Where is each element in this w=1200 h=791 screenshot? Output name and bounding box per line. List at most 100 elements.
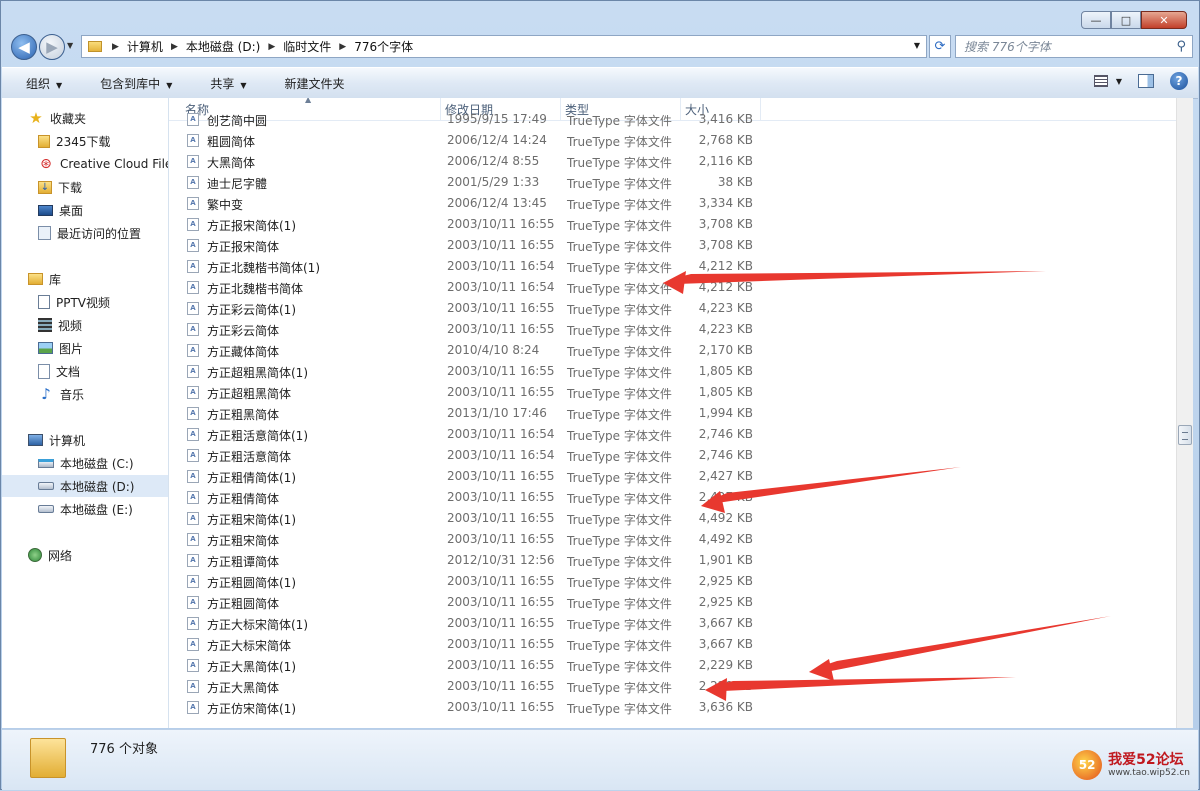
file-name: 迪士尼字體 bbox=[207, 177, 268, 191]
desktop-icon bbox=[38, 204, 53, 216]
font-file-icon: A bbox=[187, 344, 199, 357]
file-date: 2006/12/4 8:55 bbox=[447, 154, 540, 168]
sidebar-item-music[interactable]: ♪ 音乐 bbox=[2, 383, 168, 405]
change-view-button[interactable]: ▼ bbox=[1093, 75, 1122, 87]
sidebar-item-desktop[interactable]: 桌面 bbox=[2, 199, 168, 221]
file-row[interactable]: A 粗圆简体 2006/12/4 14:24 TrueType 字体文件 2,768 K… bbox=[169, 130, 769, 151]
file-name: 方正粗宋简体 bbox=[207, 534, 280, 548]
file-date: 2003/10/11 16:55 bbox=[447, 637, 555, 651]
file-row[interactable]: A 创艺简中圆 1995/9/15 17:49 TrueType 字体文件 3,416 … bbox=[169, 109, 769, 130]
file-row[interactable]: A 方正北魏楷书简体 2003/10/11 16:54 TrueType 字体文件 4,… bbox=[169, 277, 769, 298]
file-row[interactable]: A 方正超粗黑简体(1) 2003/10/11 16:55 TrueType 字体文件… bbox=[169, 361, 769, 382]
sidebar-favorites[interactable]: ★ 收藏夹 bbox=[2, 107, 168, 129]
file-date: 2003/10/11 16:55 bbox=[447, 574, 555, 588]
sidebar-section-label: 库 bbox=[49, 272, 62, 287]
sidebar-libraries[interactable]: 库 bbox=[2, 268, 168, 290]
sidebar-network[interactable]: 网络 bbox=[2, 544, 168, 566]
file-date: 2010/4/10 8:24 bbox=[447, 343, 540, 357]
sidebar-item-videos[interactable]: 视频 bbox=[2, 314, 168, 336]
new-folder-button[interactable]: 新建文件夹 bbox=[261, 75, 359, 92]
recent-pages-dropdown-icon[interactable]: ▼ bbox=[67, 41, 73, 50]
view-controls: ▼ ? bbox=[1093, 72, 1188, 90]
file-row[interactable]: A 方正北魏楷书简体(1) 2003/10/11 16:54 TrueType 字体文… bbox=[169, 256, 769, 277]
file-row[interactable]: A 方正粗谭简体 2012/10/31 12:56 TrueType 字体文件 1,90… bbox=[169, 550, 769, 571]
breadcrumb-item[interactable]: 本地磁盘 (D:) bbox=[186, 38, 260, 55]
sidebar-item-pptv-video[interactable]: PPTV视频 bbox=[2, 291, 168, 313]
file-row[interactable]: A 方正粗活意简体(1) 2003/10/11 16:54 TrueType 字体文件… bbox=[169, 424, 769, 445]
address-dropdown-icon[interactable]: ▼ bbox=[914, 41, 920, 50]
file-row[interactable]: A 方正彩云简体(1) 2003/10/11 16:55 TrueType 字体文件 4… bbox=[169, 298, 769, 319]
font-file-icon: A bbox=[187, 428, 199, 441]
details-view-icon bbox=[1093, 75, 1108, 87]
sidebar-item-recent-places[interactable]: 最近访问的位置 bbox=[2, 222, 168, 244]
font-file-icon: A bbox=[187, 386, 199, 399]
file-name: 方正粗倩简体 bbox=[207, 492, 280, 506]
file-row[interactable]: A 迪士尼字體 2001/5/29 1:33 TrueType 字体文件 38 KB bbox=[169, 172, 769, 193]
file-row[interactable]: A 方正大标宋简体 2003/10/11 16:55 TrueType 字体文件 3,6… bbox=[169, 634, 769, 655]
breadcrumb-separator-icon[interactable]: ▶ bbox=[112, 42, 119, 52]
breadcrumb-item[interactable]: 临时文件 bbox=[283, 38, 331, 55]
help-icon[interactable]: ? bbox=[1170, 72, 1188, 90]
vertical-scrollbar[interactable] bbox=[1176, 98, 1193, 728]
file-row[interactable]: A 方正大标宋简体(1) 2003/10/11 16:55 TrueType 字体文件… bbox=[169, 613, 769, 634]
file-row[interactable]: A 繁中变 2006/12/4 13:45 TrueType 字体文件 3,334 KB bbox=[169, 193, 769, 214]
organize-button[interactable]: 组织 ▼ bbox=[2, 75, 76, 92]
file-row[interactable]: A 方正报宋简体 2003/10/11 16:55 TrueType 字体文件 3,70… bbox=[169, 235, 769, 256]
scrollbar-thumb[interactable] bbox=[1178, 425, 1192, 445]
file-row[interactable]: A 方正粗宋简体(1) 2003/10/11 16:55 TrueType 字体文件 4… bbox=[169, 508, 769, 529]
sidebar-computer[interactable]: 计算机 bbox=[2, 429, 168, 451]
library-icon bbox=[28, 273, 43, 285]
refresh-icon[interactable]: ⟳ bbox=[929, 35, 951, 58]
font-file-icon: A bbox=[187, 512, 199, 525]
file-name: 方正粗黑简体 bbox=[207, 408, 280, 422]
minimize-button[interactable]: — bbox=[1081, 11, 1111, 29]
breadcrumb-separator-icon[interactable]: ▶ bbox=[268, 42, 275, 52]
sidebar-item-documents[interactable]: 文档 bbox=[2, 360, 168, 382]
sidebar-item-drive-c[interactable]: 本地磁盘 (C:) bbox=[2, 452, 168, 474]
file-row[interactable]: A 方正粗圆简体 2003/10/11 16:55 TrueType 字体文件 2,92… bbox=[169, 592, 769, 613]
sidebar-item-creative-cloud[interactable]: ⊛ Creative Cloud Files bbox=[2, 153, 168, 175]
share-button[interactable]: 共享 ▼ bbox=[186, 75, 260, 92]
file-name: 方正大标宋简体 bbox=[207, 639, 292, 653]
preview-pane-icon[interactable] bbox=[1138, 74, 1154, 88]
file-row[interactable]: A 方正大黑简体 2003/10/11 16:55 TrueType 字体文件 2,22… bbox=[169, 676, 769, 697]
organize-label: 组织 bbox=[26, 76, 51, 91]
file-row[interactable]: A 方正大黑简体(1) 2003/10/11 16:55 TrueType 字体文件 2… bbox=[169, 655, 769, 676]
sidebar-item-drive-e[interactable]: 本地磁盘 (E:) bbox=[2, 498, 168, 520]
breadcrumb-item[interactable]: 776个字体 bbox=[354, 38, 413, 55]
file-row[interactable]: A 方正彩云简体 2003/10/11 16:55 TrueType 字体文件 4,22… bbox=[169, 319, 769, 340]
file-size: 4,212 KB bbox=[698, 259, 753, 273]
file-size: 4,212 KB bbox=[698, 280, 753, 294]
file-row[interactable]: A 方正粗倩简体(1) 2003/10/11 16:55 TrueType 字体文件 2… bbox=[169, 466, 769, 487]
file-row[interactable]: A 方正粗活意简体 2003/10/11 16:54 TrueType 字体文件 2,7… bbox=[169, 445, 769, 466]
include-in-library-button[interactable]: 包含到库中 ▼ bbox=[76, 75, 186, 92]
file-row[interactable]: A 方正仿宋简体(1) 2003/10/11 16:55 TrueType 字体文件 3… bbox=[169, 697, 769, 718]
breadcrumb-separator-icon[interactable]: ▶ bbox=[171, 42, 178, 52]
file-date: 2006/12/4 14:24 bbox=[447, 133, 547, 147]
breadcrumb-item[interactable]: 计算机 bbox=[127, 38, 163, 55]
file-row[interactable]: A 方正报宋简体(1) 2003/10/11 16:55 TrueType 字体文件 3… bbox=[169, 214, 769, 235]
file-row[interactable]: A 方正粗倩简体 2003/10/11 16:55 TrueType 字体文件 2,42… bbox=[169, 487, 769, 508]
search-input[interactable]: 搜索 776个字体 ⚲ bbox=[955, 35, 1193, 58]
close-button[interactable]: ✕ bbox=[1141, 11, 1187, 29]
search-icon[interactable]: ⚲ bbox=[1176, 39, 1186, 54]
sidebar-item-drive-d[interactable]: 本地磁盘 (D:) bbox=[2, 475, 168, 497]
file-row[interactable]: A 方正粗黑简体 2013/1/10 17:46 TrueType 字体文件 1,994… bbox=[169, 403, 769, 424]
sidebar-item-2345-downloads[interactable]: 2345下载 bbox=[2, 130, 168, 152]
sidebar-item-downloads[interactable]: ↓ 下载 bbox=[2, 176, 168, 198]
breadcrumb-separator-icon[interactable]: ▶ bbox=[339, 42, 346, 52]
file-row[interactable]: A 方正藏体简体 2010/4/10 8:24 TrueType 字体文件 2,170 … bbox=[169, 340, 769, 361]
file-row[interactable]: A 方正超粗黑简体 2003/10/11 16:55 TrueType 字体文件 1,8… bbox=[169, 382, 769, 403]
forward-arrow-icon[interactable]: ▶ bbox=[39, 34, 65, 60]
computer-icon bbox=[28, 434, 43, 446]
file-row[interactable]: A 大黑简体 2006/12/4 8:55 TrueType 字体文件 2,116 KB bbox=[169, 151, 769, 172]
maximize-button[interactable]: □ bbox=[1111, 11, 1141, 29]
back-arrow-icon[interactable]: ◀ bbox=[11, 34, 37, 60]
address-bar[interactable]: ▶ 计算机 ▶ 本地磁盘 (D:) ▶ 临时文件 ▶ 776个字体 ▼ bbox=[81, 35, 927, 58]
sidebar-item-pictures[interactable]: 图片 bbox=[2, 337, 168, 359]
sidebar-item-label: 音乐 bbox=[60, 387, 85, 402]
file-row[interactable]: A 方正粗圆简体(1) 2003/10/11 16:55 TrueType 字体文件 2… bbox=[169, 571, 769, 592]
file-row[interactable]: A 方正粗宋简体 2003/10/11 16:55 TrueType 字体文件 4,49… bbox=[169, 529, 769, 550]
file-size: 1,901 KB bbox=[698, 553, 753, 567]
search-placeholder: 搜索 776个字体 bbox=[964, 40, 1051, 54]
